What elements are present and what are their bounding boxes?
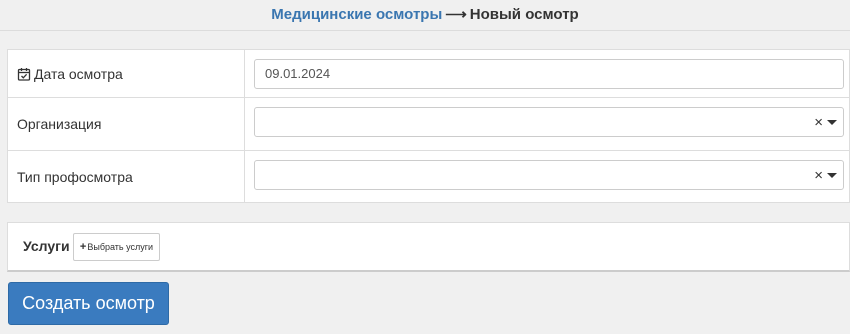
date-input[interactable] (265, 60, 825, 87)
organization-select[interactable]: × (254, 107, 844, 137)
services-title: Услуги (23, 238, 70, 254)
calendar-check-icon (17, 67, 31, 81)
choose-services-label: Выбрать услуги (87, 242, 154, 252)
date-field[interactable] (254, 59, 844, 89)
exam-type-label: Тип профосмотра (17, 169, 133, 185)
organization-select-controls: × (814, 108, 837, 136)
exam-type-select-controls: × (814, 161, 837, 189)
organization-row: Организация × (8, 98, 850, 151)
caret-down-icon[interactable] (827, 172, 837, 178)
date-label-cell: Дата осмотра (8, 50, 245, 97)
breadcrumb-parent-link[interactable]: Медицинские осмотры (271, 6, 442, 23)
exam-form: Дата осмотра Организация × Тип профосмот… (7, 49, 850, 203)
choose-services-button[interactable]: + Выбрать услуги (73, 233, 160, 261)
breadcrumb-current: Новый осмотр (469, 6, 579, 23)
create-exam-button[interactable]: Создать осмотр (8, 282, 169, 325)
exam-type-select[interactable]: × (254, 160, 844, 190)
organization-label: Организация (17, 116, 102, 132)
create-exam-label: Создать осмотр (22, 293, 155, 313)
breadcrumb: Медицинские осмотры ⟶ Новый осмотр (0, 0, 850, 31)
clear-icon[interactable]: × (814, 115, 823, 130)
clear-icon[interactable]: × (814, 168, 823, 183)
caret-down-icon[interactable] (827, 119, 837, 125)
exam-type-row: Тип профосмотра × (8, 151, 850, 203)
organization-label-cell: Организация (8, 98, 245, 150)
exam-type-label-cell: Тип профосмотра (8, 151, 245, 203)
services-panel: Услуги + Выбрать услуги (7, 222, 850, 272)
date-label: Дата осмотра (34, 65, 123, 82)
date-row: Дата осмотра (8, 50, 850, 98)
plus-icon: + (79, 241, 87, 253)
breadcrumb-arrow-icon: ⟶ (445, 6, 467, 23)
